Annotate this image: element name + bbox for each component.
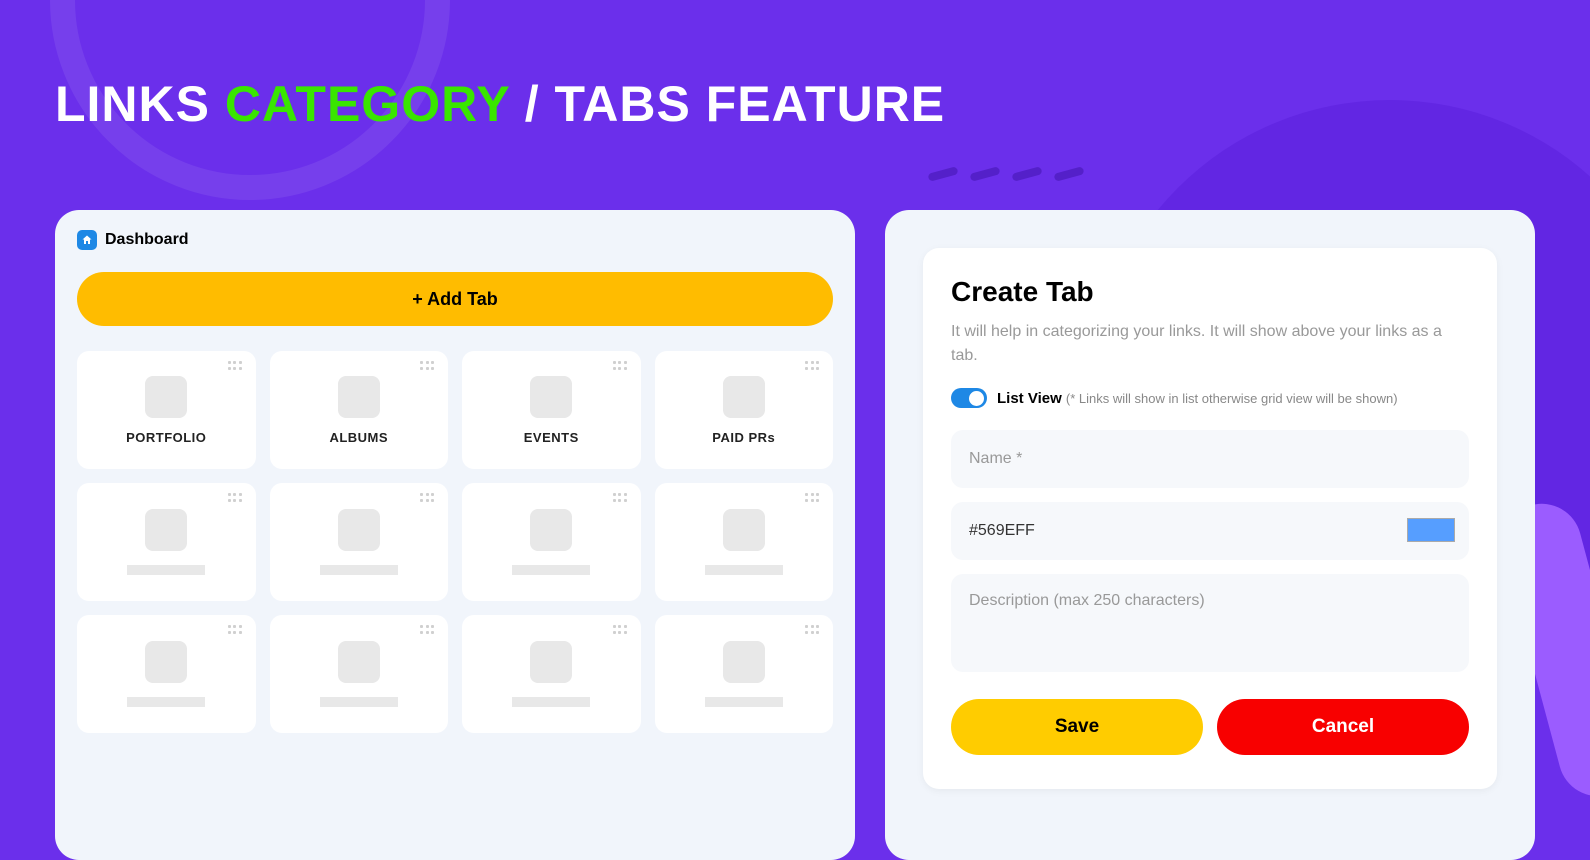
drag-handle-icon[interactable] [228, 493, 244, 503]
tab-card-placeholder[interactable] [462, 615, 641, 733]
drag-handle-icon[interactable] [805, 493, 821, 503]
tab-label: PAID PRs [712, 430, 775, 445]
color-swatch[interactable] [1407, 518, 1455, 542]
create-tab-form: Create Tab It will help in categorizing … [923, 248, 1497, 789]
drag-handle-icon[interactable] [805, 361, 821, 371]
drag-handle-icon[interactable] [228, 625, 244, 635]
tab-card-placeholder[interactable] [77, 615, 256, 733]
skeleton-line [127, 697, 205, 707]
tab-thumbnail [530, 641, 572, 683]
tab-card-placeholder[interactable] [655, 615, 834, 733]
skeleton-line [320, 565, 398, 575]
drag-handle-icon[interactable] [228, 361, 244, 371]
drag-handle-icon[interactable] [420, 361, 436, 371]
skeleton-line [320, 697, 398, 707]
tab-label: ALBUMS [329, 430, 388, 445]
tab-thumbnail [338, 376, 380, 418]
cancel-button[interactable]: Cancel [1217, 699, 1469, 755]
tab-thumbnail [338, 509, 380, 551]
drag-handle-icon[interactable] [613, 625, 629, 635]
skeleton-line [512, 565, 590, 575]
skeleton-line [705, 697, 783, 707]
tab-thumbnail [530, 509, 572, 551]
tab-card-portfolio[interactable]: PORTFOLIO [77, 351, 256, 469]
drag-handle-icon[interactable] [613, 493, 629, 503]
tab-card-albums[interactable]: ALBUMS [270, 351, 449, 469]
tab-thumbnail [723, 509, 765, 551]
home-icon [77, 230, 97, 250]
skeleton-line [705, 565, 783, 575]
toggle-label: List View (* Links will show in list oth… [997, 390, 1398, 407]
tab-label: PORTFOLIO [126, 430, 206, 445]
hero-accent: CATEGORY [225, 76, 510, 132]
breadcrumb-label: Dashboard [105, 231, 189, 249]
dashboard-panel: Dashboard + Add Tab PORTFOLIO ALBUMS EVE… [55, 210, 855, 860]
tab-thumbnail [723, 376, 765, 418]
tab-card-placeholder[interactable] [270, 483, 449, 601]
form-title: Create Tab [951, 276, 1469, 308]
tab-card-placeholder[interactable] [655, 483, 834, 601]
tab-thumbnail [145, 376, 187, 418]
drag-handle-icon[interactable] [805, 625, 821, 635]
list-view-toggle-row: List View (* Links will show in list oth… [951, 388, 1469, 408]
toggle-note: (* Links will show in list otherwise gri… [1066, 391, 1398, 406]
drag-handle-icon[interactable] [420, 493, 436, 503]
bg-dashes [922, 165, 1090, 183]
tab-card-placeholder[interactable] [462, 483, 641, 601]
save-button[interactable]: Save [951, 699, 1203, 755]
drag-handle-icon[interactable] [420, 625, 436, 635]
breadcrumb[interactable]: Dashboard [77, 230, 833, 250]
color-field[interactable] [951, 502, 1469, 560]
name-field[interactable] [951, 430, 1469, 488]
form-actions: Save Cancel [951, 699, 1469, 755]
create-tab-panel: Create Tab It will help in categorizing … [885, 210, 1535, 860]
toggle-label-text: List View [997, 390, 1066, 407]
hero-part3: / TABS FEATURE [510, 76, 945, 132]
tab-thumbnail [145, 641, 187, 683]
description-field[interactable] [951, 574, 1469, 672]
tab-thumbnail [723, 641, 765, 683]
tab-card-placeholder[interactable] [77, 483, 256, 601]
add-tab-button[interactable]: + Add Tab [77, 272, 833, 326]
form-description: It will help in categorizing your links.… [951, 320, 1469, 368]
list-view-toggle[interactable] [951, 388, 987, 408]
tab-card-events[interactable]: EVENTS [462, 351, 641, 469]
tab-card-paid-prs[interactable]: PAID PRs [655, 351, 834, 469]
drag-handle-icon[interactable] [613, 361, 629, 371]
skeleton-line [127, 565, 205, 575]
tab-label: EVENTS [524, 430, 579, 445]
tabs-grid: PORTFOLIO ALBUMS EVENTS PAID PRs [77, 351, 833, 733]
tab-thumbnail [530, 376, 572, 418]
skeleton-line [512, 697, 590, 707]
tab-thumbnail [145, 509, 187, 551]
hero-title: LINKS CATEGORY / TABS FEATURE [55, 75, 945, 133]
hero-part1: LINKS [55, 76, 225, 132]
tab-card-placeholder[interactable] [270, 615, 449, 733]
tab-thumbnail [338, 641, 380, 683]
